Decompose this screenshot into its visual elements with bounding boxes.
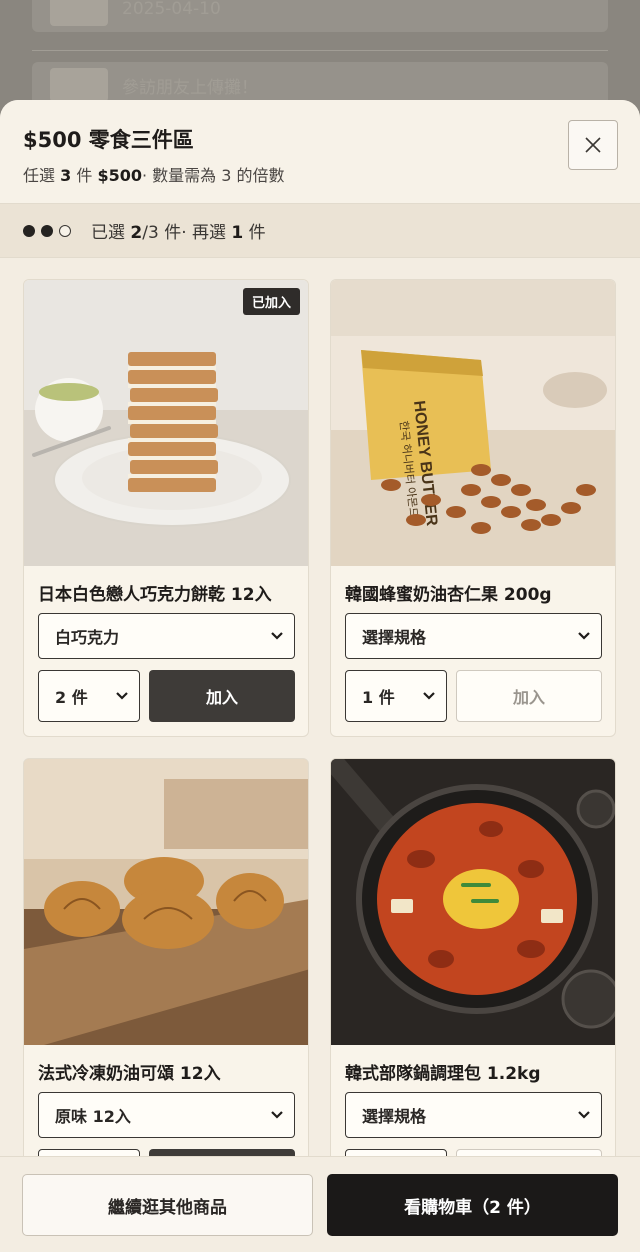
background-thumbnail bbox=[50, 0, 108, 26]
add-to-bundle-button[interactable]: 加入 bbox=[456, 670, 602, 722]
product-card: HONEY BUTTER 한국 허니버터 아몬드 韓國蜂蜜奶油杏仁果 200g … bbox=[330, 279, 616, 737]
progress-remaining-count: 1 bbox=[231, 223, 244, 243]
product-image-army-stew bbox=[331, 759, 615, 1045]
progress-prefix: 已選 bbox=[91, 223, 125, 243]
variant-select[interactable]: 選擇規格 bbox=[345, 1092, 602, 1138]
subtitle-price: $500 bbox=[97, 166, 142, 185]
subtitle-prefix: 任選 bbox=[23, 166, 56, 185]
progress-dot-filled bbox=[41, 224, 53, 237]
subtitle-suffix: · 數量需為 3 的倍數 bbox=[141, 166, 285, 185]
progress-dot-empty bbox=[59, 224, 71, 237]
product-name: 韓式部隊鍋調理包 1.2kg bbox=[345, 1064, 541, 1084]
variant-select[interactable]: 選擇規格 bbox=[345, 613, 602, 659]
variant-value: 原味 12入 bbox=[55, 1107, 131, 1126]
progress-total-text: /3 件· 再選 bbox=[142, 223, 227, 243]
add-to-bundle-button[interactable]: 加入 bbox=[149, 670, 295, 722]
product-name: 韓國蜂蜜奶油杏仁果 200g bbox=[345, 585, 552, 605]
subtitle-count: 3 bbox=[60, 166, 72, 185]
product-card: 法式冷凍奶油可頌 12入 原味 12入 bbox=[23, 758, 309, 1216]
chevron-down-icon bbox=[271, 632, 283, 640]
product-image-almonds: HONEY BUTTER 한국 허니버터 아몬드 bbox=[331, 280, 615, 566]
chevron-down-icon bbox=[423, 692, 435, 700]
variant-select[interactable]: 白巧克力 bbox=[38, 613, 295, 659]
product-card: 已加入 日本白色戀人巧克力餅乾 12入 白巧克力 2 件 加入 bbox=[23, 279, 309, 737]
background-item-text: 2025-04-10 bbox=[122, 0, 221, 19]
quantity-select[interactable]: 2 件 bbox=[38, 670, 140, 722]
chevron-down-icon bbox=[116, 692, 128, 700]
quantity-value: 1 件 bbox=[362, 688, 395, 707]
added-badge: 已加入 bbox=[242, 288, 300, 315]
close-button[interactable] bbox=[568, 120, 618, 170]
chevron-down-icon bbox=[578, 632, 590, 640]
progress-dot-filled bbox=[23, 224, 35, 237]
selection-progress: 已選 2/3 件· 再選 1 件 bbox=[0, 204, 640, 258]
variant-value: 白巧克力 bbox=[55, 628, 120, 647]
subtitle-unit: 件 bbox=[76, 166, 93, 185]
variant-select[interactable]: 原味 12入 bbox=[38, 1092, 295, 1138]
view-cart-button[interactable]: 看購物車（2 件） bbox=[327, 1174, 618, 1236]
product-name: 日本白色戀人巧克力餅乾 12入 bbox=[38, 585, 272, 605]
variant-value: 選擇規格 bbox=[362, 628, 427, 647]
bundle-sheet: $500 零食三件區 任選 3 件 $500· 數量需為 3 的倍數 已選 2/… bbox=[0, 100, 640, 1252]
continue-shopping-button[interactable]: 繼續逛其他商品 bbox=[22, 1174, 313, 1236]
close-icon bbox=[585, 137, 601, 153]
sheet-subtitle: 任選 3 件 $500· 數量需為 3 的倍數 bbox=[23, 162, 285, 186]
product-image-croissants bbox=[24, 759, 308, 1045]
quantity-select[interactable]: 1 件 bbox=[345, 670, 447, 722]
sheet-header: $500 零食三件區 任選 3 件 $500· 數量需為 3 的倍數 bbox=[0, 100, 640, 204]
background-thumbnail bbox=[50, 68, 108, 102]
background-list-item: 2025-04-10 bbox=[32, 0, 608, 32]
background-divider bbox=[32, 50, 608, 51]
product-card: 韓式部隊鍋調理包 1.2kg 選擇規格 bbox=[330, 758, 616, 1216]
background-item-text: 參訪朋友上傳攤！ bbox=[122, 77, 258, 98]
chevron-down-icon bbox=[271, 1111, 283, 1119]
variant-value: 選擇規格 bbox=[362, 1107, 427, 1126]
chevron-down-icon bbox=[578, 1111, 590, 1119]
progress-text: 已選 2/3 件· 再選 1 件 bbox=[91, 218, 266, 243]
product-image-cookies bbox=[24, 280, 308, 566]
progress-unit: 件 bbox=[248, 223, 266, 243]
sheet-footer: 繼續逛其他商品 看購物車（2 件） bbox=[0, 1156, 640, 1252]
sheet-title: $500 零食三件區 bbox=[23, 128, 194, 152]
progress-selected-count: 2 bbox=[130, 223, 143, 243]
quantity-value: 2 件 bbox=[55, 688, 88, 707]
product-name: 法式冷凍奶油可頌 12入 bbox=[38, 1064, 221, 1084]
